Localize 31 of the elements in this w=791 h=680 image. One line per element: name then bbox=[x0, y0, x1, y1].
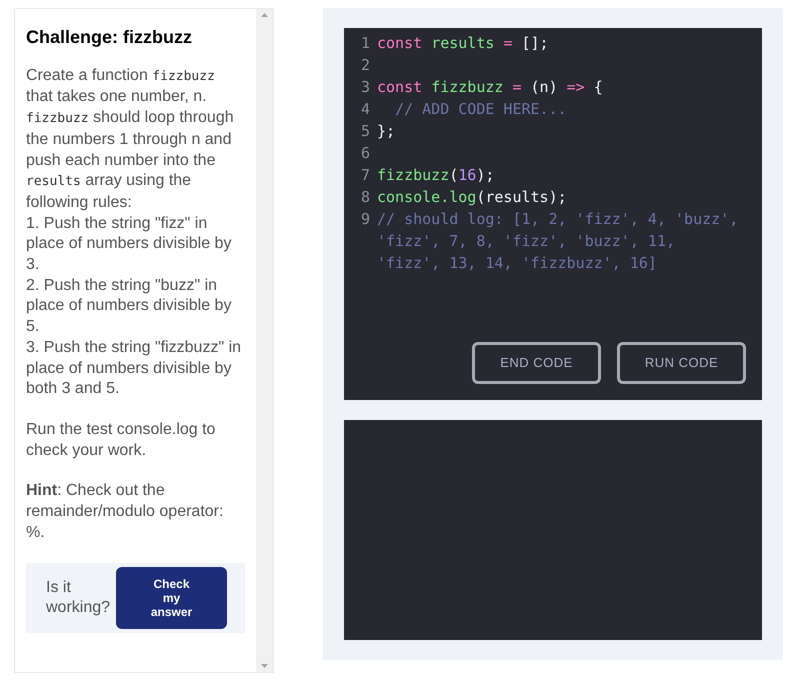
check-answer-button[interactable]: Check my answer bbox=[116, 567, 227, 630]
code-line: // should log: [1, 2, 'fizz', 4, 'buzz', 'fizz', 7, 8, 'fizz', 'buzz', 11, 'fizz', 13, 14, 'fizzbuzz', 16] bbox=[377, 209, 740, 274]
scroll-up-icon[interactable] bbox=[261, 13, 268, 17]
rule-text: 1. Push the string "fizz" in place of numbers divisible by 3. bbox=[26, 214, 232, 276]
scrollbar[interactable] bbox=[256, 9, 273, 672]
line-number: 7 bbox=[361, 165, 372, 186]
line-number: 6 bbox=[361, 143, 372, 164]
code-line: console.log(results); bbox=[377, 187, 568, 208]
scroll-down-icon[interactable] bbox=[261, 664, 268, 668]
code-line: // ADD CODE HERE... bbox=[394, 99, 568, 120]
description-text: Create a function fizzbuzz that takes one number, n. fizzbuzz should loop through the numbers 1 through n and push each number into the results array using the following rules: bbox=[26, 66, 235, 213]
line-number: 2 bbox=[361, 55, 372, 76]
instruction-text: Run the test console.log to check your work. bbox=[26, 420, 216, 461]
rule-text: 2. Push the string "buzz" in place of numbers divisible by 5. bbox=[26, 276, 232, 338]
code-button[interactable]: RUN CODE bbox=[617, 342, 746, 384]
line-number: 3 bbox=[361, 77, 372, 98]
line-number: 9 bbox=[361, 209, 372, 230]
code-line: }; bbox=[377, 121, 396, 142]
line-number: 5 bbox=[361, 121, 372, 142]
line-number: 1 bbox=[361, 33, 372, 54]
code-line: fizzbuzz(16); bbox=[377, 165, 496, 186]
line-number: 8 bbox=[361, 187, 372, 208]
check-prompt: Is it working? bbox=[46, 578, 112, 618]
code-line: const results = []; bbox=[377, 33, 550, 54]
code-line: const fizzbuzz = (n) => { bbox=[377, 77, 604, 98]
challenge-title: Challenge: fizzbuzz bbox=[26, 27, 193, 48]
hint-text: Hint: Check out the remainder/modulo operator: %. bbox=[26, 481, 224, 543]
line-number: 4 bbox=[361, 99, 372, 120]
rule-text: 3. Push the string "fizzbuzz" in place of numbers divisible by both 3 and 5. bbox=[26, 338, 242, 400]
code-editor[interactable] bbox=[344, 28, 762, 400]
code-button[interactable]: END CODE bbox=[472, 342, 601, 384]
